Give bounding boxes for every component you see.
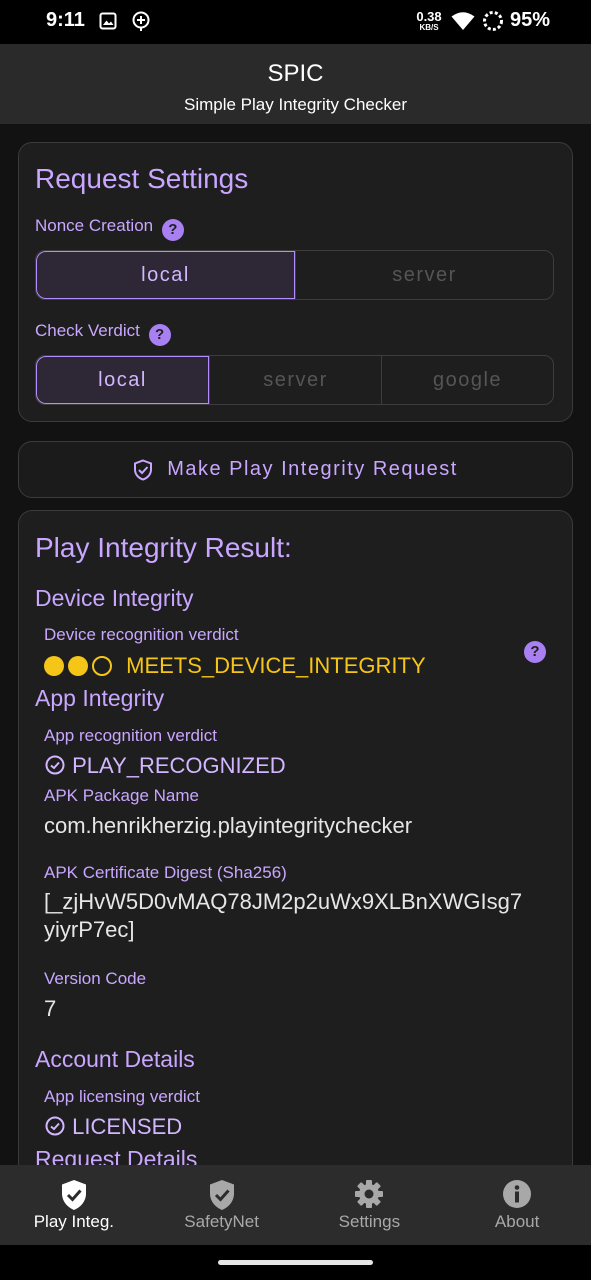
nonce-option-local[interactable]: local [36, 251, 295, 299]
check-verdict-toggle: local server google [35, 355, 554, 405]
apk-package-label: APK Package Name [44, 786, 199, 805]
info-icon [503, 1180, 532, 1208]
app-integrity-heading: App Integrity [35, 685, 165, 711]
verdict-option-google[interactable]: google [381, 356, 553, 404]
app-verdict-label: App recognition verdict [44, 726, 217, 745]
nonce-creation-label: Nonce Creation ? [35, 216, 184, 241]
app-verdict-value: PLAY_RECOGNIZED [44, 753, 286, 779]
apk-package-value: com.henrikherzig.playintegritychecker [44, 813, 413, 838]
gallery-icon [99, 12, 117, 35]
check-circle-icon [45, 1116, 65, 1136]
request-settings-card: Request Settings Nonce Creation ? local … [18, 142, 573, 422]
check-verdict-label: Check Verdict ? [35, 321, 171, 346]
network-speed: 0.38 KB/S [416, 9, 442, 32]
status-bar: 9:11 0.38 KB/S 95% [0, 0, 591, 44]
nav-item-settings[interactable]: Settings [296, 1165, 444, 1245]
version-code-value: 7 [44, 996, 57, 1021]
nonce-creation-toggle: local server [35, 250, 554, 300]
device-integrity-heading: Device Integrity [35, 585, 194, 611]
device-verdict-label: Device recognition verdict [44, 625, 239, 644]
app-subtitle: Simple Play Integrity Checker [184, 95, 407, 114]
wifi-icon [451, 11, 475, 36]
bottom-navigation: Play Integ. SafetyNet Settings About [0, 1165, 591, 1245]
check-circle-icon [45, 755, 65, 775]
shield-check-icon [61, 1180, 86, 1210]
integrity-level-dot-unmet [92, 656, 112, 676]
request-settings-title: Request Settings [35, 163, 249, 194]
nav-item-about[interactable]: About [443, 1165, 591, 1245]
licensing-verdict-value: LICENSED [44, 1114, 182, 1140]
licensing-verdict-label: App licensing verdict [44, 1087, 200, 1106]
app-bar: SPIC Simple Play Integrity Checker [0, 44, 591, 124]
app-title: SPIC [267, 60, 324, 87]
gear-icon [355, 1180, 384, 1208]
nonce-option-server[interactable]: server [295, 251, 553, 299]
device-verdict-help-icon[interactable]: ? [524, 641, 546, 663]
make-request-button[interactable]: Make Play Integrity Request [18, 441, 573, 498]
battery-ring-icon [482, 10, 504, 37]
apk-digest-value-line2: yiyrP7ec] [44, 917, 135, 942]
integrity-level-dot-met [44, 656, 64, 676]
assistant-icon [131, 11, 151, 37]
version-code-label: Version Code [44, 969, 147, 988]
shield-check-icon [134, 458, 153, 481]
gesture-bar [0, 1245, 591, 1280]
nav-item-safetynet[interactable]: SafetyNet [148, 1165, 296, 1245]
apk-digest-label: APK Certificate Digest (Sha256) [44, 863, 287, 882]
integrity-level-dot-met [68, 656, 88, 676]
apk-digest-value-line1: [_zjHvW5D0vMAQ78JM2p2uWx9XLBnXWGIsg7 [44, 889, 523, 914]
account-details-heading: Account Details [35, 1046, 195, 1072]
verdict-option-local[interactable]: local [36, 356, 209, 404]
status-time: 9:11 [46, 9, 85, 31]
result-title: Play Integrity Result: [35, 532, 292, 563]
verdict-help-icon[interactable]: ? [148, 324, 171, 346]
nav-item-play-integrity[interactable]: Play Integ. [0, 1165, 148, 1245]
battery-level: 95% [510, 9, 551, 31]
home-gesture-handle[interactable] [218, 1260, 373, 1265]
result-card: Play Integrity Result: Device Integrity … [18, 510, 573, 1210]
nonce-help-icon[interactable]: ? [161, 219, 184, 241]
device-verdict-value: MEETS_DEVICE_INTEGRITY [44, 653, 426, 679]
make-request-label: Make Play Integrity Request [167, 458, 458, 480]
shield-check-icon [209, 1180, 234, 1210]
verdict-option-server[interactable]: server [209, 356, 381, 404]
